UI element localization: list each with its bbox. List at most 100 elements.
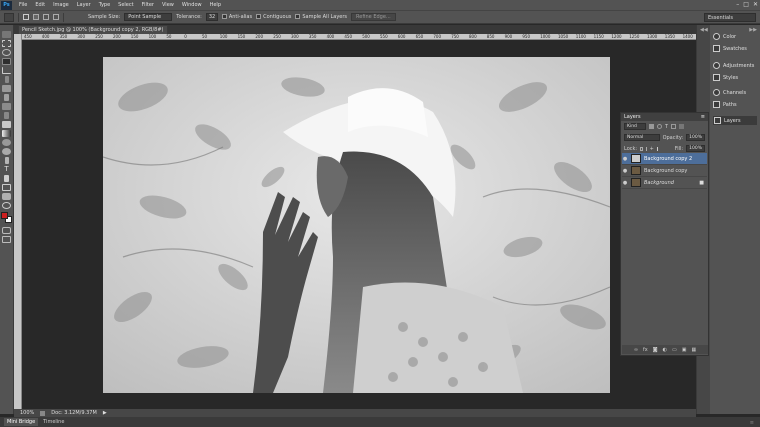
screen-mode-icon[interactable] xyxy=(2,236,11,243)
anti-alias-checkbox[interactable]: Anti-alias xyxy=(221,14,252,20)
filter-kind-select[interactable]: Kind xyxy=(624,123,646,130)
dock-item-layers[interactable]: Layers xyxy=(713,116,757,125)
type-tool-icon[interactable]: T xyxy=(2,166,11,173)
lock-pixels-icon[interactable] xyxy=(640,146,643,151)
menu-filter[interactable]: Filter xyxy=(138,0,158,10)
blend-mode-select[interactable]: Normal xyxy=(624,134,660,141)
lock-paint-icon[interactable] xyxy=(645,146,647,151)
tolerance-label: Tolerance: xyxy=(176,14,202,20)
menu-view[interactable]: View xyxy=(158,0,178,10)
ruler-tick-label: 700 xyxy=(433,34,442,39)
menu-window[interactable]: Window xyxy=(178,0,206,10)
dodge-tool-icon[interactable] xyxy=(2,148,11,155)
eyedropper-tool-icon[interactable] xyxy=(4,76,9,83)
menu-file[interactable]: File xyxy=(15,0,31,10)
layer-row[interactable]: ● Background copy 2 xyxy=(622,153,707,165)
layer-name[interactable]: Background copy 2 xyxy=(644,156,692,162)
new-group-icon[interactable]: ▭ xyxy=(672,347,677,353)
layer-name[interactable]: Background xyxy=(644,180,674,186)
visibility-eye-icon[interactable]: ● xyxy=(622,168,628,174)
dock-item-swatches[interactable]: Swatches xyxy=(713,45,747,52)
blur-tool-icon[interactable] xyxy=(2,139,11,146)
pen-tool-icon[interactable] xyxy=(4,157,9,164)
tolerance-input[interactable]: 32 xyxy=(205,13,218,21)
tab-timeline[interactable]: Timeline xyxy=(40,418,67,426)
add-mask-icon[interactable]: ◙ xyxy=(653,347,658,353)
history-brush-tool-icon[interactable] xyxy=(4,112,9,119)
filter-shape-icon[interactable] xyxy=(671,124,677,129)
document-canvas-image[interactable] xyxy=(103,57,610,393)
dock-item-color[interactable]: Color xyxy=(713,33,736,40)
healing-brush-tool-icon[interactable] xyxy=(2,85,11,92)
tool-preset-icon[interactable] xyxy=(4,12,14,22)
collapse-arrows-icon[interactable]: ◀◀ xyxy=(700,27,708,33)
eraser-tool-icon[interactable] xyxy=(2,121,11,128)
fill-input[interactable]: 100% xyxy=(686,145,705,152)
close-button[interactable]: ✕ xyxy=(753,0,758,10)
vertical-ruler xyxy=(14,34,22,410)
adjustment-layer-icon[interactable]: ◐ xyxy=(663,347,667,353)
color-swatches[interactable] xyxy=(0,212,13,224)
status-arrow-icon[interactable]: ▶ xyxy=(103,410,107,416)
opacity-input[interactable]: 100% xyxy=(686,134,705,141)
sample-all-layers-checkbox[interactable]: Sample All Layers xyxy=(295,14,347,20)
layer-name[interactable]: Background copy xyxy=(644,168,687,174)
minimize-button[interactable]: – xyxy=(736,0,739,10)
sample-size-select[interactable]: Point Sample xyxy=(124,13,173,21)
status-menu-icon[interactable] xyxy=(40,410,46,416)
shape-tool-icon[interactable] xyxy=(2,184,11,191)
new-selection-icon[interactable] xyxy=(23,14,29,20)
menu-image[interactable]: Image xyxy=(49,0,73,10)
layer-row[interactable]: ● Background ■ xyxy=(622,177,707,189)
layer-style-icon[interactable]: fx xyxy=(643,347,648,353)
delete-layer-icon[interactable]: ▦ xyxy=(691,347,696,353)
filter-type-icon[interactable]: T xyxy=(665,124,668,130)
dock-item-styles[interactable]: Styles xyxy=(713,74,738,81)
layer-row[interactable]: ● Background copy xyxy=(622,165,707,177)
workspace-select[interactable]: Essentials xyxy=(704,13,756,22)
menu-edit[interactable]: Edit xyxy=(31,0,49,10)
zoom-level[interactable]: 100% xyxy=(20,410,34,416)
zoom-tool-icon[interactable] xyxy=(2,202,11,209)
crop-tool-icon[interactable] xyxy=(2,67,11,74)
dock-item-adjustments[interactable]: Adjustments xyxy=(713,62,754,69)
dock-item-channels[interactable]: Channels xyxy=(713,89,746,96)
filter-adjustment-icon[interactable] xyxy=(657,124,662,129)
clone-stamp-tool-icon[interactable] xyxy=(2,103,11,110)
menu-select[interactable]: Select xyxy=(114,0,137,10)
panel-menu-icon[interactable]: ≡ xyxy=(750,420,754,426)
maximize-button[interactable]: □ xyxy=(743,0,749,10)
hand-tool-icon[interactable] xyxy=(2,193,11,200)
visibility-eye-icon[interactable]: ● xyxy=(622,156,628,162)
menu-type[interactable]: Type xyxy=(95,0,114,10)
dock-item-paths[interactable]: Paths xyxy=(713,101,737,108)
expand-arrows-icon[interactable]: ▶▶ xyxy=(749,27,757,33)
link-layers-icon[interactable]: ∞ xyxy=(634,347,638,353)
filter-pixel-icon[interactable] xyxy=(649,124,654,129)
intersect-selection-icon[interactable] xyxy=(53,14,59,20)
layers-panel-title[interactable]: Layers xyxy=(624,114,641,120)
path-selection-tool-icon[interactable] xyxy=(4,175,9,182)
lock-all-icon[interactable] xyxy=(656,146,658,151)
quick-mask-icon[interactable] xyxy=(2,227,11,234)
brush-tool-icon[interactable] xyxy=(4,94,9,101)
subtract-selection-icon[interactable] xyxy=(43,14,49,20)
marquee-tool-icon[interactable] xyxy=(2,40,11,47)
contiguous-checkbox[interactable]: Contiguous xyxy=(256,14,291,20)
gradient-tool-icon[interactable] xyxy=(2,130,11,137)
document-tab[interactable]: Pencil Sketch.jpg @ 100% (Background cop… xyxy=(18,25,168,41)
add-selection-icon[interactable] xyxy=(33,14,39,20)
refine-edge-button[interactable]: Refine Edge... xyxy=(351,13,396,21)
lasso-tool-icon[interactable] xyxy=(2,49,11,56)
menu-help[interactable]: Help xyxy=(206,0,225,10)
foreground-color-swatch[interactable] xyxy=(0,212,8,219)
lock-position-icon[interactable]: + xyxy=(650,146,654,152)
panel-menu-icon[interactable]: ≡ xyxy=(701,114,705,120)
menu-layer[interactable]: Layer xyxy=(73,0,95,10)
filter-smart-icon[interactable] xyxy=(679,124,685,129)
tab-mini-bridge[interactable]: Mini Bridge xyxy=(4,418,39,426)
move-tool-icon[interactable] xyxy=(2,31,11,38)
magic-wand-tool-icon[interactable] xyxy=(2,58,11,65)
visibility-eye-icon[interactable]: ● xyxy=(622,180,628,186)
new-layer-icon[interactable]: ▣ xyxy=(682,347,687,353)
